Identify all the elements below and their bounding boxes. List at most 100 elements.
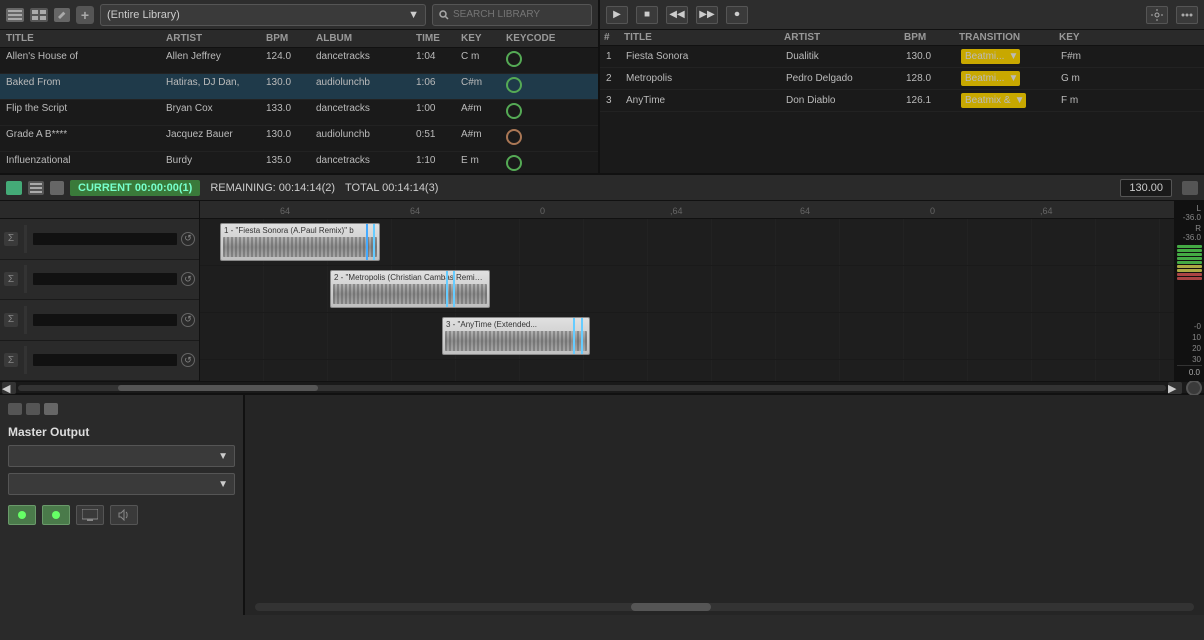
table-row[interactable]: Allen's House of Allen Jeffrey 124.0 dan…	[0, 48, 598, 74]
bottom-section: Master Output ▼ ▼	[0, 395, 1204, 615]
track-handle	[24, 225, 27, 253]
track-mini-waveform	[33, 314, 177, 326]
output-dropdown-2[interactable]: ▼	[8, 473, 235, 495]
timeline-edit-icon[interactable]	[50, 181, 64, 195]
vu-meter: L -36.0 R -36.0 -0 10 20 30 0.0	[1174, 201, 1204, 381]
panel-edit-icon[interactable]	[44, 403, 58, 415]
keycode-icon	[506, 77, 522, 93]
settings-icon[interactable]	[1146, 6, 1168, 24]
options-button[interactable]	[1176, 6, 1198, 24]
search-box[interactable]	[432, 4, 592, 26]
bottom-controls	[8, 505, 235, 525]
track-block-1[interactable]: 1 - "Fiesta Sonora (A.Paul Remix)" b	[220, 223, 380, 261]
track-lane-4	[200, 360, 1174, 381]
track-sigma-icon[interactable]: Σ	[4, 353, 18, 367]
play-button[interactable]: ▶	[606, 6, 628, 24]
master-output-panel: Master Output ▼ ▼	[0, 395, 245, 615]
cue-point[interactable]	[373, 224, 375, 260]
table-row[interactable]: Baked From Hatiras, DJ Dan, 130.0 audiol…	[0, 74, 598, 100]
beatmix-badge[interactable]: Beatmix &▼	[961, 93, 1026, 108]
timeline-scrollbar: ◀ ▶	[0, 381, 1204, 393]
monitor-btn-3[interactable]	[76, 505, 104, 525]
scroll-right-button[interactable]: ▶	[1168, 382, 1182, 394]
playlist-row[interactable]: 1 Fiesta Sonora Dualitik 130.0 Beatmi...…	[600, 46, 1204, 68]
monitor-btn-2[interactable]	[42, 505, 70, 525]
timeline-icon[interactable]	[6, 181, 22, 195]
track-block-3[interactable]: 3 - "AnyTime (Extended...	[442, 317, 590, 355]
timeline-ruler: 64 64 0 ,64 64 0 ,64	[200, 201, 1174, 219]
bottom-scrollbar-thumb[interactable]	[631, 603, 711, 611]
track-control-row: Σ ↺	[0, 300, 199, 341]
audio-btn[interactable]	[110, 505, 138, 525]
led-indicator	[52, 511, 60, 519]
library-table-header: TITLE ARTIST BPM ALBUM TIME KEY KEYCODE	[0, 30, 598, 48]
table-row[interactable]: Influenzational Burdy 135.0 dancetracks …	[0, 152, 598, 173]
track-refresh-icon[interactable]: ↺	[181, 313, 195, 327]
bpm-display[interactable]: 130.00	[1120, 179, 1172, 197]
cue-point[interactable]	[581, 318, 583, 354]
track-refresh-icon[interactable]: ↺	[181, 272, 195, 286]
cue-point[interactable]	[366, 224, 368, 260]
timeline-view-icon[interactable]	[28, 181, 44, 195]
beatmix-badge[interactable]: Beatmi...▼	[961, 49, 1020, 64]
search-input[interactable]	[453, 9, 573, 20]
track-sigma-icon[interactable]: Σ	[4, 313, 18, 327]
track-refresh-icon[interactable]: ↺	[181, 353, 195, 367]
bottom-scrollbar[interactable]	[255, 603, 1194, 611]
scrollbar-track[interactable]	[18, 385, 1166, 391]
playlist-row[interactable]: 2 Metropolis Pedro Delgado 128.0 Beatmi.…	[600, 68, 1204, 90]
list-view-icon[interactable]	[6, 8, 24, 22]
zoom-icon[interactable]	[1186, 380, 1202, 396]
table-row[interactable]: Flip the Script Bryan Cox 133.0 dancetra…	[0, 100, 598, 126]
track-refresh-icon[interactable]: ↺	[181, 232, 195, 246]
track-handle	[24, 306, 27, 334]
prev-button[interactable]: ◀◀	[666, 6, 688, 24]
led-indicator	[18, 511, 26, 519]
timeline-section: CURRENT 00:00:00(1) REMAINING: 00:14:14(…	[0, 175, 1204, 395]
track-lane-3: 3 - "AnyTime (Extended... ↓↓126.07 ↓126.…	[200, 313, 1174, 360]
add-button[interactable]: +	[76, 6, 94, 24]
playlist-row[interactable]: 3 AnyTime Don Diablo 126.1 Beatmix &▼ F …	[600, 90, 1204, 112]
monitor-btn-1[interactable]	[8, 505, 36, 525]
playlist-header: # TITLE ARTIST BPM TRANSITION KEY	[600, 30, 1204, 46]
stop-button[interactable]: ■	[636, 6, 658, 24]
output-dropdown-1[interactable]: ▼	[8, 445, 235, 467]
library-toolbar: + (Entire Library) ▼	[0, 0, 598, 30]
keycode-icon	[506, 103, 522, 119]
scrollbar-thumb[interactable]	[118, 385, 318, 391]
vu-bars	[1177, 243, 1202, 321]
edit-icon[interactable]	[54, 8, 70, 22]
playlist-panel: ▶ ■ ◀◀ ▶▶ ⏺ # TITLE ARTIST BPM TRANSITIO…	[600, 0, 1204, 173]
grid-view-icon[interactable]	[30, 8, 48, 22]
time-display: CURRENT 00:00:00(1) REMAINING: 00:14:14(…	[70, 180, 438, 196]
waveform-2	[333, 284, 487, 304]
table-row[interactable]: Grade A B**** Jacquez Bauer 130.0 audiol…	[0, 126, 598, 152]
timeline-toolbar: CURRENT 00:00:00(1) REMAINING: 00:14:14(…	[0, 175, 1204, 201]
waveform-3	[445, 331, 587, 351]
track-control-row: Σ ↺	[0, 260, 199, 301]
track-lane-1: 1 - "Fiesta Sonora (A.Paul Remix)" b ↓13…	[200, 219, 1174, 266]
cue-point[interactable]	[446, 271, 448, 307]
keycode-icon	[506, 129, 522, 145]
track-lane-2: 2 - "Metropolis (Christian Cambas Remix)…	[200, 266, 1174, 313]
scroll-left-button[interactable]: ◀	[2, 382, 16, 394]
library-panel: + (Entire Library) ▼ TITLE ARTIST BPM AL…	[0, 0, 600, 173]
timeline-canvas[interactable]: 64 64 0 ,64 64 0 ,64 1 - "Fiesta Sonora …	[200, 201, 1174, 381]
keycode-icon	[506, 51, 522, 67]
bpm-adjust-icon[interactable]	[1182, 181, 1198, 195]
panel-list-icon[interactable]	[8, 403, 22, 415]
track-block-2[interactable]: 2 - "Metropolis (Christian Cambas Remix)…	[330, 270, 490, 308]
record-button[interactable]: ⏺	[726, 6, 748, 24]
next-button[interactable]: ▶▶	[696, 6, 718, 24]
timeline-body: Σ ↺ Σ ↺ Σ ↺ Σ ↺	[0, 201, 1204, 381]
panel-grid-icon[interactable]	[26, 403, 40, 415]
library-dropdown[interactable]: (Entire Library) ▼	[100, 4, 426, 26]
cue-point[interactable]	[573, 318, 575, 354]
monitor-icon	[82, 509, 98, 521]
beatmix-badge[interactable]: Beatmi...▼	[961, 71, 1020, 86]
track-sigma-icon[interactable]: Σ	[4, 232, 18, 246]
cue-point[interactable]	[453, 271, 455, 307]
track-handle	[24, 265, 27, 293]
waveform-1	[223, 237, 377, 257]
track-sigma-icon[interactable]: Σ	[4, 272, 18, 286]
